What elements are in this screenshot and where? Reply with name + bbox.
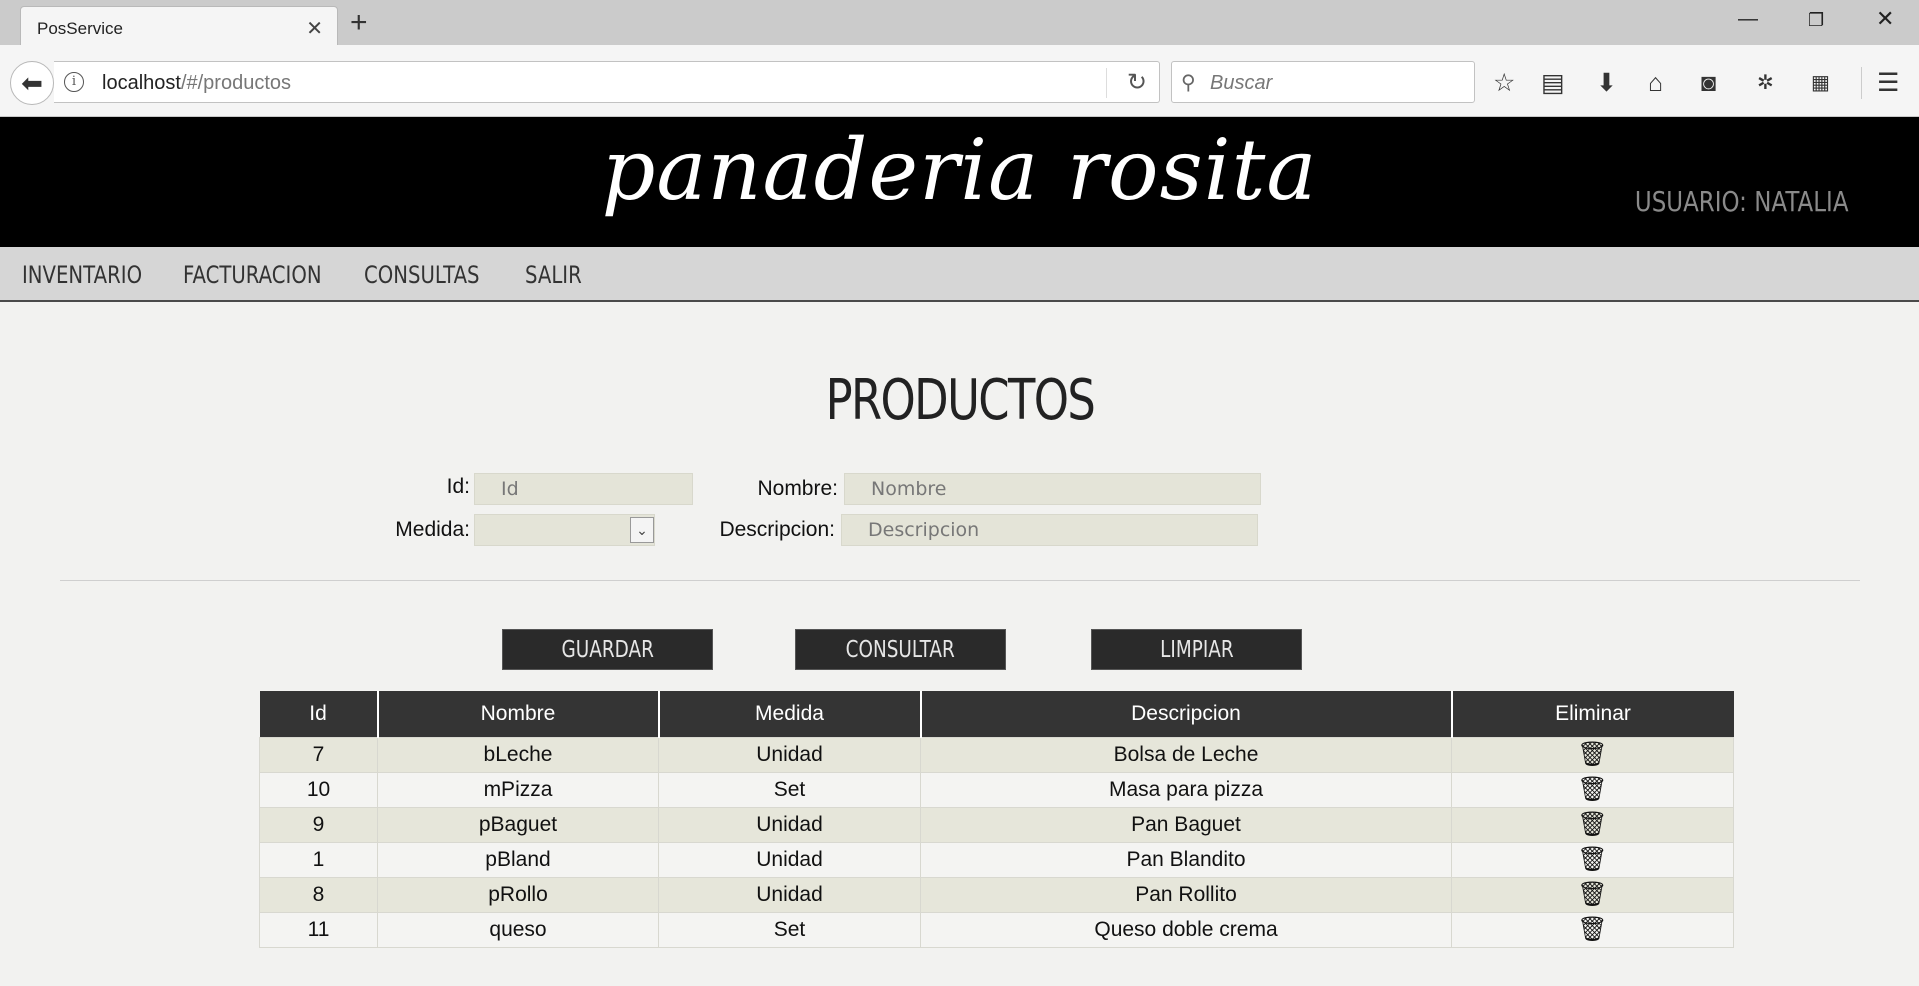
search-input[interactable]: ⚲ Buscar (1171, 61, 1475, 103)
table-row: 10 mPizza Set Masa para pizza 🗑 (259, 771, 1734, 808)
search-placeholder: Buscar (1210, 72, 1273, 94)
trash-icon[interactable]: 🗑 (1577, 881, 1607, 908)
cell-medida: Set (658, 911, 921, 948)
column-header-descripcion: Descripcion (920, 691, 1453, 737)
productos-table: Id Nombre Medida Descripcion Eliminar 7 … (259, 691, 1734, 948)
new-tab-icon[interactable]: + (350, 6, 368, 40)
reload-icon[interactable]: ↻ (1127, 68, 1147, 97)
cell-medida: Unidad (658, 736, 921, 773)
cell-eliminar: 🗑 (1451, 841, 1734, 878)
cell-descripcion: Pan Baguet (920, 806, 1452, 843)
minimize-icon[interactable]: — (1738, 8, 1758, 31)
main-menu: INVENTARIO FACTURACION CONSULTAS SALIR (0, 247, 1919, 302)
id-field[interactable]: Id (474, 473, 693, 505)
menu-item-facturacion[interactable]: FACTURACION (183, 261, 322, 289)
hamburger-menu-icon[interactable]: ☰ (1877, 69, 1899, 97)
guardar-button[interactable]: GUARDAR (502, 629, 713, 670)
bookmark-star-icon[interactable]: ☆ (1493, 69, 1515, 97)
menu-item-salir[interactable]: SALIR (525, 261, 582, 289)
extension-icon[interactable]: ▦ (1811, 69, 1830, 97)
cell-medida: Set (658, 771, 921, 808)
close-tab-icon[interactable]: ✕ (306, 16, 323, 41)
user-label: USUARIO: NATALIA (1635, 185, 1849, 218)
page-title: PRODUCTOS (825, 368, 1095, 433)
cell-descripcion: Queso doble crema (920, 911, 1452, 948)
url-text[interactable]: localhost/#/productos (102, 72, 291, 95)
browser-tab[interactable]: PosService ✕ (20, 6, 338, 46)
cell-id: 1 (259, 841, 378, 878)
cell-eliminar: 🗑 (1451, 771, 1734, 808)
cell-nombre: pBaguet (377, 806, 659, 843)
cell-nombre: mPizza (377, 771, 659, 808)
site-logo: panaderia rosita (601, 121, 1318, 219)
cell-id: 10 (259, 771, 378, 808)
info-icon[interactable]: i (64, 72, 84, 92)
back-arrow-icon[interactable]: ⬅ (10, 61, 54, 105)
trash-icon[interactable]: 🗑 (1577, 811, 1607, 838)
browser-nav-bar: ⬅ i localhost/#/productos ↻ ⚲ Buscar ☆ ▤… (0, 45, 1919, 117)
cell-id: 11 (259, 911, 378, 948)
cell-eliminar: 🗑 (1451, 736, 1734, 773)
form-divider (60, 580, 1860, 581)
cell-id: 8 (259, 876, 378, 913)
cell-medida: Unidad (658, 876, 921, 913)
cell-descripcion: Pan Rollito (920, 876, 1452, 913)
nombre-label: Nombre: (757, 477, 838, 500)
trash-icon[interactable]: 🗑 (1577, 741, 1607, 768)
column-header-id: Id (259, 691, 379, 737)
site-header: panaderia rosita USUARIO: NATALIA (0, 117, 1919, 247)
table-header-row: Id Nombre Medida Descripcion Eliminar (259, 691, 1734, 737)
trash-icon[interactable]: 🗑 (1577, 846, 1607, 873)
column-header-medida: Medida (658, 691, 922, 737)
table-row: 7 bLeche Unidad Bolsa de Leche 🗑 (259, 736, 1734, 773)
restore-icon[interactable]: ❐ (1808, 10, 1824, 31)
browser-tab-strip: PosService ✕ + — ❐ ✕ (0, 0, 1919, 46)
column-header-nombre: Nombre (377, 691, 660, 737)
cell-descripcion: Bolsa de Leche (920, 736, 1452, 773)
menu-item-inventario[interactable]: INVENTARIO (22, 261, 142, 289)
url-separator (1106, 68, 1107, 98)
consultar-button[interactable]: CONSULTAR (795, 629, 1006, 670)
toolbar-divider (1861, 67, 1862, 99)
cell-id: 7 (259, 736, 378, 773)
cell-descripcion: Masa para pizza (920, 771, 1452, 808)
nombre-field[interactable]: Nombre (844, 473, 1261, 505)
trash-icon[interactable]: 🗑 (1577, 916, 1607, 943)
column-header-eliminar: Eliminar (1451, 691, 1734, 737)
descripcion-field[interactable]: Descripcion (841, 514, 1258, 546)
cell-medida: Unidad (658, 806, 921, 843)
tab-title: PosService (37, 19, 123, 38)
extension-bug-icon[interactable]: ✲ (1757, 69, 1774, 97)
cell-medida: Unidad (658, 841, 921, 878)
table-row: 8 pRollo Unidad Pan Rollito 🗑 (259, 876, 1734, 913)
download-icon[interactable]: ⬇ (1596, 69, 1617, 97)
pocket-icon[interactable]: ◙ (1701, 69, 1716, 97)
id-label: Id: (446, 475, 470, 498)
table-row: 1 pBland Unidad Pan Blandito 🗑 (259, 841, 1734, 878)
cell-id: 9 (259, 806, 378, 843)
cell-eliminar: 🗑 (1451, 806, 1734, 843)
cell-nombre: pRollo (377, 876, 659, 913)
trash-icon[interactable]: 🗑 (1577, 776, 1607, 803)
home-icon[interactable]: ⌂ (1648, 69, 1663, 97)
cell-nombre: queso (377, 911, 659, 948)
menu-item-consultas[interactable]: CONSULTAS (364, 261, 480, 289)
medida-select[interactable]: ⌄ (474, 514, 655, 546)
medida-label: Medida: (395, 518, 470, 541)
close-window-icon[interactable]: ✕ (1876, 6, 1894, 32)
descripcion-label: Descripcion: (719, 518, 835, 541)
cell-eliminar: 🗑 (1451, 911, 1734, 948)
reading-list-icon[interactable]: ▤ (1541, 69, 1565, 97)
table-row: 9 pBaguet Unidad Pan Baguet 🗑 (259, 806, 1734, 843)
cell-eliminar: 🗑 (1451, 876, 1734, 913)
table-row: 11 queso Set Queso doble crema 🗑 (259, 911, 1734, 948)
limpiar-button[interactable]: LIMPIAR (1091, 629, 1302, 670)
chevron-down-icon[interactable]: ⌄ (630, 517, 654, 543)
search-icon: ⚲ (1181, 72, 1196, 94)
cell-descripcion: Pan Blandito (920, 841, 1452, 878)
cell-nombre: pBland (377, 841, 659, 878)
url-bar[interactable]: i localhost/#/productos ↻ (54, 61, 1160, 103)
cell-nombre: bLeche (377, 736, 659, 773)
